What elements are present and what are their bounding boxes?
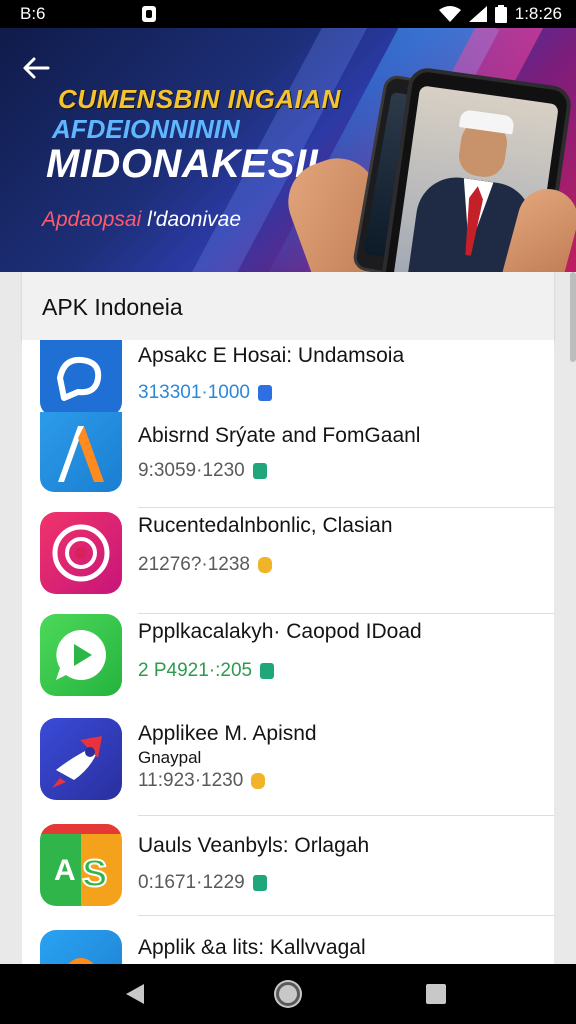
list-item[interactable]: Applikee M. Apisnd Gnaypal 11:923·1230 (22, 718, 554, 816)
status-bar: B:6 1:8:26 (0, 0, 576, 28)
banner-title-line3: MIDONAKESII (46, 142, 319, 186)
app-name: Rucentedalnbonlic, Clasian (138, 514, 393, 537)
list-item[interactable]: Ppplkacalakyh· Caopod IDoad 2 P4921·:205 (22, 614, 554, 718)
list-item[interactable]: Rucentedalnbonlic, Clasian 21276?·1238 (22, 508, 554, 614)
badge-icon (251, 773, 266, 789)
back-arrow-icon[interactable] (20, 52, 52, 84)
battery-icon (494, 5, 507, 23)
notification-icon (141, 6, 156, 22)
app-list: Apsakc E Hosai: Undamsoia 313301·1000 Ab… (22, 340, 554, 964)
banner-title-line2: AFDEIONNININ (52, 114, 240, 144)
nav-back-icon[interactable] (126, 984, 144, 1004)
app-subname: Gnaypal (138, 748, 202, 767)
app-meta: 0:1671·1229 (138, 872, 267, 894)
list-item[interactable]: Abisrnd Srýate and FomGaanl 9:3059·1230 (22, 412, 554, 508)
app-name: Applikee M. Apisnd (138, 722, 317, 745)
as-letters-app-icon: AS (40, 824, 122, 906)
nav-recents-icon[interactable] (426, 984, 446, 1004)
list-item[interactable]: Applik &a lits: Kallvvagal (22, 916, 554, 964)
svg-text:A: A (54, 854, 76, 887)
list-item[interactable]: AS Uauls Veanbyls: Orlagah 0:1671·1229 (22, 816, 554, 916)
list-item[interactable]: Apsakc E Hosai: Undamsoia 313301·1000 (22, 340, 554, 418)
camera-lens-app-icon (40, 512, 122, 594)
app-version: 313301·1000 (138, 382, 250, 403)
rocket-app-icon (40, 718, 122, 800)
scrollbar[interactable] (570, 272, 576, 362)
wifi-icon (438, 6, 461, 22)
status-time-right: 1:8:26 (514, 4, 562, 23)
section-header: APK Indoneia (22, 272, 554, 342)
navigation-bar (0, 964, 576, 1024)
banner-title-line1: CUMENSBIN INGAIAN (58, 84, 341, 114)
screen: B:6 1:8:26 CUMENSBIN INGAIAN AFDEIONNINI… (0, 0, 576, 1024)
app-version: 2 P4921·:205 (138, 660, 253, 681)
app-name: Uauls Veanbyls: Orlagah (138, 834, 370, 857)
app-name: Abisrnd Srýate and FomGaanl (138, 424, 421, 447)
verified-badge-icon (252, 875, 267, 891)
app-version: 21276?·1238 (138, 554, 250, 575)
app-version: 0:1671·1229 (138, 872, 245, 893)
banner-subtitle-rest: l'daonivae (141, 208, 241, 231)
badge-icon (258, 557, 272, 573)
send-app-icon (40, 340, 122, 416)
orange-app-icon (40, 930, 122, 964)
app-meta: 21276?·1238 (138, 554, 272, 576)
verified-badge-icon (252, 463, 267, 479)
verified-badge-icon (260, 663, 275, 679)
svg-text:S: S (82, 853, 107, 895)
app-version: 9:3059·1230 (138, 460, 245, 481)
chat-bubble-app-icon (40, 614, 122, 696)
app-version: 11:923·1230 (138, 770, 244, 791)
section-title: APK Indoneia (42, 294, 183, 320)
app-meta: 11:923·1230 (138, 770, 266, 792)
verified-badge-icon (258, 385, 272, 401)
banner-subtitle-accent: Apdaopsai (42, 208, 142, 231)
app-name: Applik &a lits: Kallvvagal (138, 936, 366, 959)
signal-icon (468, 6, 487, 22)
a-letter-app-icon (40, 412, 122, 492)
nav-home-icon[interactable] (276, 982, 300, 1006)
status-time-left: B:6 (20, 4, 46, 23)
app-meta: 313301·1000 (138, 382, 272, 404)
promo-banner: CUMENSBIN INGAIAN AFDEIONNININ MIDONAKES… (0, 28, 576, 272)
app-name: Apsakc E Hosai: Undamsoia (138, 344, 405, 367)
app-meta: 2 P4921·:205 (138, 660, 275, 682)
app-meta: 9:3059·1230 (138, 460, 267, 482)
app-name: Ppplkacalakyh· Caopod IDoad (138, 620, 422, 643)
banner-subtitle: Apdaopsai l'daonivae (42, 208, 241, 232)
